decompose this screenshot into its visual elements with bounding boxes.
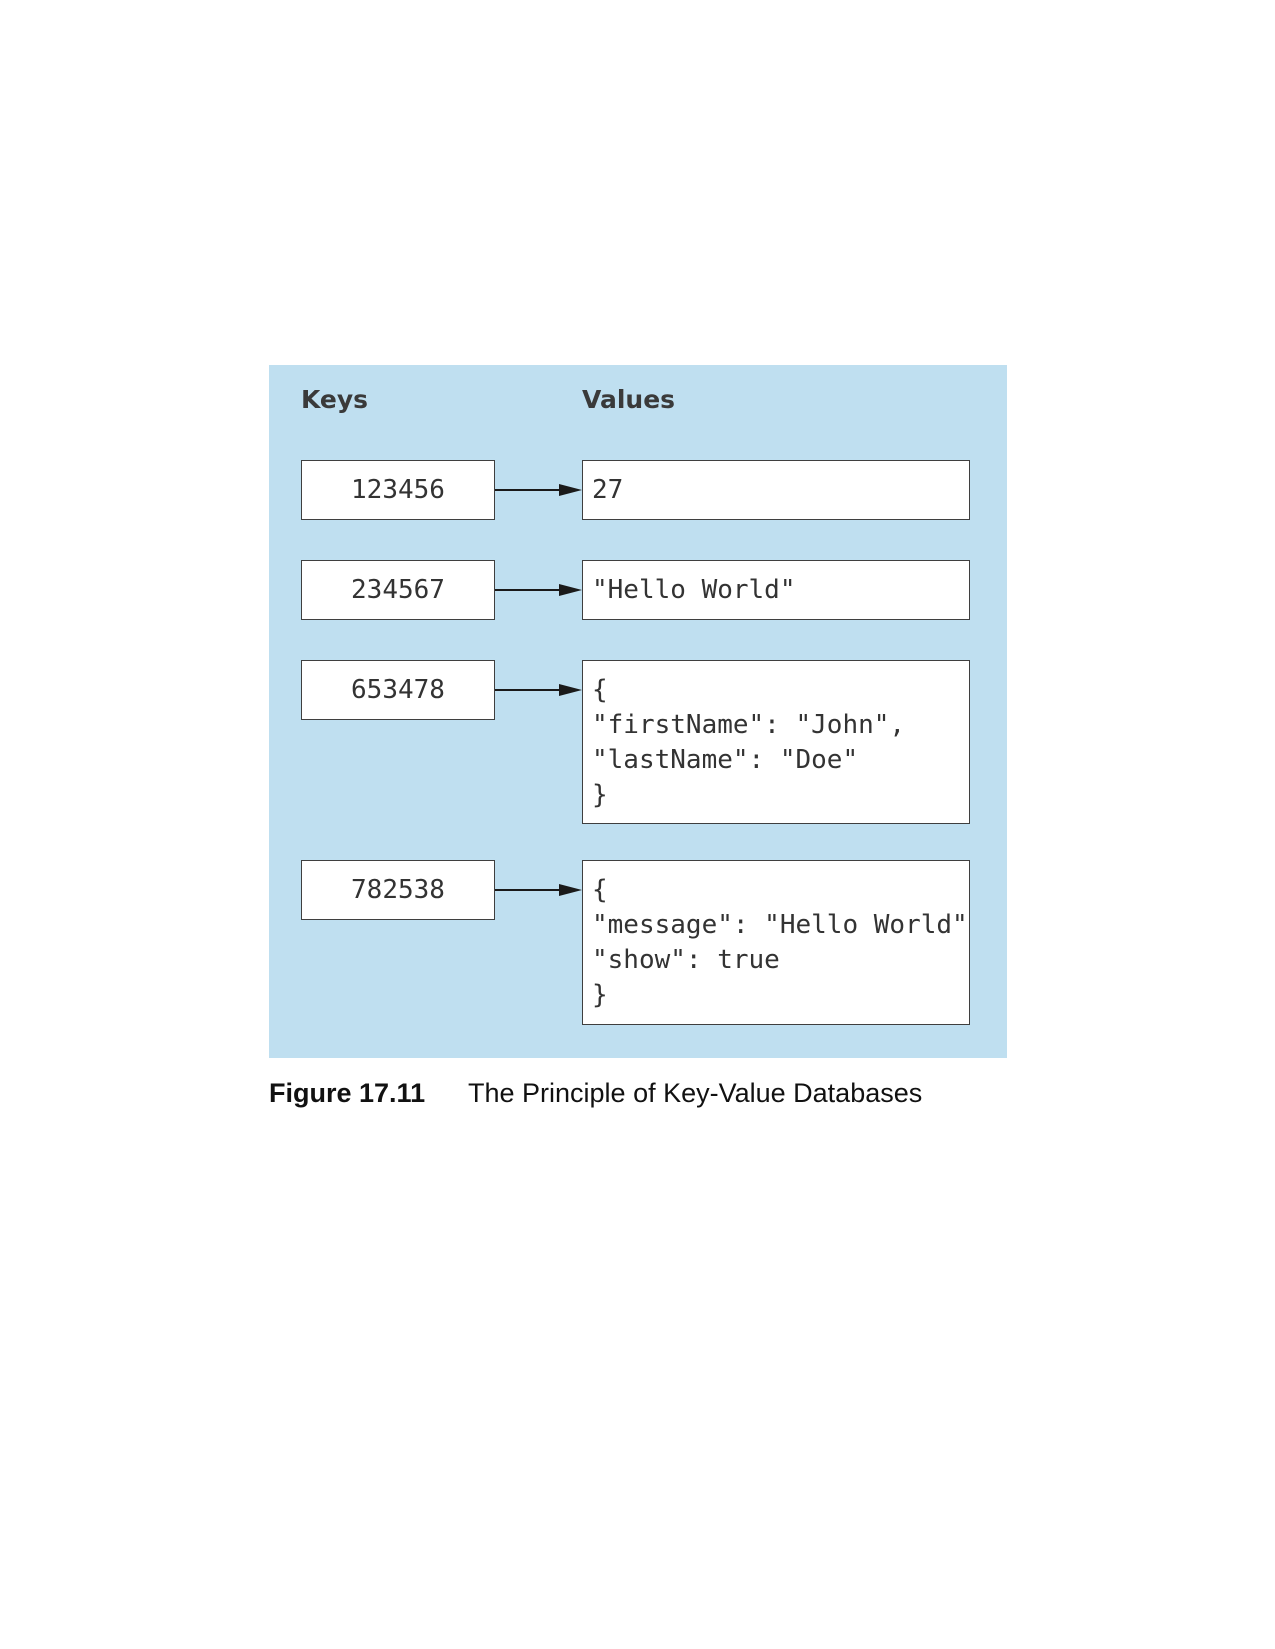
figure-caption-text: The Principle of Key-Value Databases [468,1078,923,1108]
value-line: "lastName": "Doe" [592,745,859,775]
arrow-icon [495,684,582,696]
value-line: "show": true [592,945,780,975]
value-line: } [592,780,608,810]
value-box: 27 [582,460,970,520]
value-line: { [592,675,608,705]
value-line: "Hello World" [592,575,796,605]
arrow-icon [495,584,582,596]
value-line: 27 [592,475,624,505]
figure-caption: Figure 17.11 The Principle of Key-Value D… [269,1078,922,1109]
key-box: 653478 [301,660,495,720]
key-box: 234567 [301,560,495,620]
value-box: { "firstName": "John", "lastName": "Doe"… [582,660,970,824]
figure-caption-label: Figure 17.11 [269,1078,426,1108]
value-line: "message": "Hello World", [592,910,970,940]
value-line: "firstName": "John", [592,710,906,740]
key-box: 782538 [301,860,495,920]
value-line: } [592,980,608,1010]
arrow-icon [495,884,582,896]
arrow-icon [495,484,582,496]
keys-column-header: Keys [301,385,369,414]
value-line: { [592,875,608,905]
key-value-diagram: Keys Values 123456 27 234567 "Hello Worl… [269,365,1007,1058]
values-column-header: Values [582,385,676,414]
value-box: "Hello World" [582,560,970,620]
key-box: 123456 [301,460,495,520]
value-box: { "message": "Hello World", "show": true… [582,860,970,1025]
